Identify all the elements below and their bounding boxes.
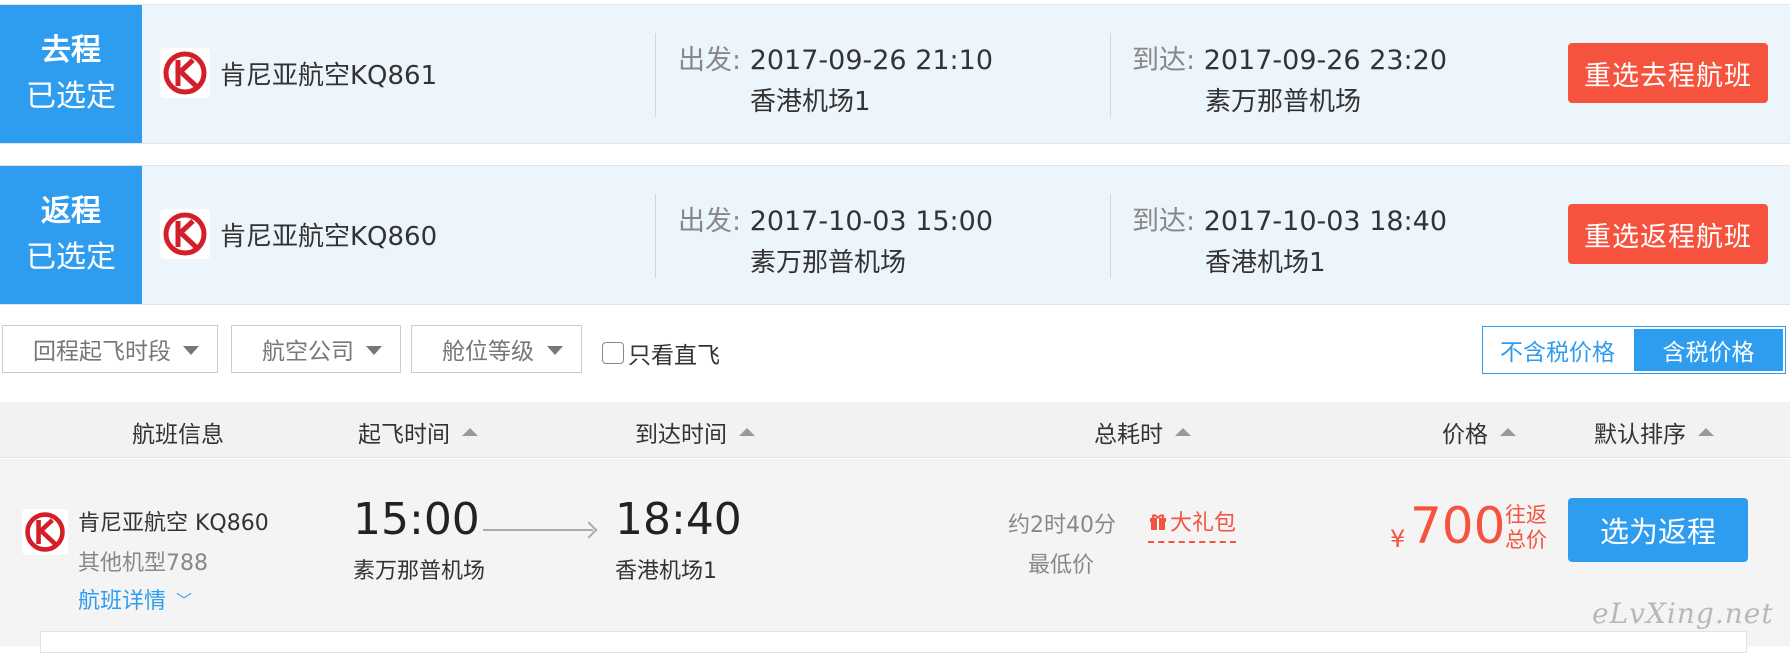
- price-note-line1: 往返: [1505, 503, 1547, 527]
- return-selected-tag: 返程 已选定: [0, 166, 142, 304]
- outbound-arrive-airport: 素万那普机场: [1205, 87, 1362, 117]
- kenya-airways-logo-icon: [160, 48, 210, 98]
- price-excl-tax-option[interactable]: 不含税价格: [1483, 327, 1632, 373]
- time-slot-filter-dropdown[interactable]: 回程起飞时段: [2, 325, 218, 373]
- time-slot-filter-label: 回程起飞时段: [33, 339, 171, 365]
- airline-filter-dropdown[interactable]: 航空公司: [231, 325, 401, 373]
- flight-info-header: 航班信息: [132, 415, 224, 449]
- sort-arrow-up-icon: [1698, 428, 1714, 436]
- kenya-airways-logo-icon: [160, 209, 210, 259]
- return-arrive-time: 2017-10-03 18:40: [1203, 206, 1448, 237]
- sort-arrow-up-icon: [739, 428, 755, 436]
- result-arrive-time: 18:40: [615, 494, 742, 545]
- reselect-return-button[interactable]: 重选返程航班: [1568, 204, 1768, 264]
- sort-arrow-up-icon: [1175, 428, 1191, 436]
- gift-icon: [1150, 514, 1166, 530]
- divider: [1110, 33, 1111, 117]
- depart-label: 出发:: [678, 45, 742, 76]
- outbound-depart-time: 2017-09-26 21:10: [749, 45, 994, 76]
- outbound-tag-status: 已选定: [26, 79, 116, 114]
- price-note-line2: 总价: [1505, 528, 1547, 552]
- return-arrive: 到达: 2017-10-03 18:40: [1132, 199, 1447, 238]
- reselect-outbound-button[interactable]: 重选去程航班: [1568, 43, 1768, 103]
- return-depart-time: 2017-10-03 15:00: [749, 206, 994, 237]
- result-price: 700: [1410, 497, 1506, 555]
- outbound-airline-flight: 肯尼亚航空KQ861: [220, 61, 438, 91]
- price-tax-toggle: 不含税价格 含税价格: [1482, 326, 1786, 374]
- cabin-filter-label: 舱位等级: [442, 339, 534, 365]
- currency-symbol: ¥: [1390, 525, 1406, 553]
- duration-header-label: 总耗时: [1094, 422, 1163, 448]
- price-header-label: 价格: [1442, 422, 1488, 448]
- result-aircraft: 其他机型788: [78, 551, 208, 576]
- flight-detail-panel: [40, 631, 1747, 653]
- sort-depart-time-header[interactable]: 起飞时间: [358, 415, 478, 449]
- arrive-label: 到达:: [1132, 206, 1196, 237]
- caret-down-icon: [547, 346, 563, 355]
- flight-arrow-icon: [483, 529, 593, 531]
- return-tag-status: 已选定: [26, 240, 116, 275]
- sort-price-header[interactable]: 价格: [1442, 415, 1516, 449]
- return-depart: 出发: 2017-10-03 15:00: [678, 199, 993, 238]
- divider: [655, 194, 656, 278]
- depart-label: 出发:: [678, 206, 742, 237]
- sort-default-header[interactable]: 默认排序: [1594, 415, 1714, 449]
- outbound-selected-tag: 去程 已选定: [0, 5, 142, 143]
- return-airline-flight: 肯尼亚航空KQ860: [220, 222, 438, 252]
- return-tag-title: 返程: [41, 194, 101, 229]
- flight-details-link[interactable]: 航班详情 ﹀: [78, 583, 192, 615]
- kenya-airways-logo-icon: [22, 509, 68, 555]
- flight-info-header-label: 航班信息: [132, 422, 224, 448]
- result-arrive-airport: 香港机场1: [615, 559, 717, 584]
- outbound-selected-bar: 去程 已选定 肯尼亚航空KQ861 出发: 2017-09-26 21:10 香…: [0, 4, 1790, 144]
- divider: [655, 33, 656, 117]
- choose-return-button[interactable]: 选为返程: [1568, 498, 1748, 562]
- result-airline-flight: 肯尼亚航空 KQ860: [78, 511, 269, 536]
- result-duration: 约2时40分: [1008, 513, 1116, 538]
- chevron-down-icon: ﹀: [176, 591, 193, 610]
- sort-arrow-up-icon: [462, 428, 478, 436]
- table-row: 肯尼亚航空 KQ860 其他机型788 航班详情 ﹀ 15:00 素万那普机场 …: [0, 459, 1790, 653]
- caret-down-icon: [366, 346, 382, 355]
- gift-package-label: 大礼包: [1170, 511, 1237, 536]
- outbound-arrive-time: 2017-09-26 23:20: [1203, 45, 1448, 76]
- watermark: eLvXing.net: [1592, 597, 1774, 630]
- depart-time-header-label: 起飞时间: [358, 422, 450, 448]
- arrive-label: 到达:: [1132, 45, 1196, 76]
- return-selected-bar: 返程 已选定 肯尼亚航空KQ860 出发: 2017-10-03 15:00 素…: [0, 165, 1790, 305]
- flight-details-label: 航班详情: [78, 589, 167, 614]
- price-incl-tax-option[interactable]: 含税价格: [1634, 329, 1783, 371]
- outbound-arrive: 到达: 2017-09-26 23:20: [1132, 38, 1447, 77]
- direct-only-toggle[interactable]: 只看直飞: [602, 336, 720, 370]
- airline-filter-label: 航空公司: [262, 339, 354, 365]
- direct-only-label: 只看直飞: [628, 343, 720, 369]
- direct-only-checkbox[interactable]: [602, 342, 624, 364]
- round-trip-total-note: 往返 总价: [1505, 503, 1555, 553]
- result-depart-airport: 素万那普机场: [353, 559, 486, 584]
- return-arrive-airport: 香港机场1: [1205, 248, 1326, 278]
- return-depart-airport: 素万那普机场: [750, 248, 907, 278]
- default-sort-header-label: 默认排序: [1594, 422, 1686, 448]
- caret-down-icon: [183, 346, 199, 355]
- cabin-filter-dropdown[interactable]: 舱位等级: [411, 325, 582, 373]
- arrive-time-header-label: 到达时间: [635, 422, 727, 448]
- divider: [1110, 194, 1111, 278]
- sort-duration-header[interactable]: 总耗时: [1094, 415, 1191, 449]
- gift-package-link[interactable]: 大礼包: [1148, 505, 1237, 543]
- outbound-tag-title: 去程: [41, 33, 101, 68]
- lowest-price-note: 最低价: [1028, 553, 1095, 578]
- sort-arrow-up-icon: [1500, 428, 1516, 436]
- sort-arrive-time-header[interactable]: 到达时间: [635, 415, 755, 449]
- results-table-header: 航班信息 起飞时间 到达时间 总耗时 价格 默认排序: [0, 402, 1790, 458]
- outbound-depart: 出发: 2017-09-26 21:10: [678, 38, 993, 77]
- outbound-depart-airport: 香港机场1: [750, 87, 871, 117]
- result-depart-time: 15:00: [353, 494, 480, 545]
